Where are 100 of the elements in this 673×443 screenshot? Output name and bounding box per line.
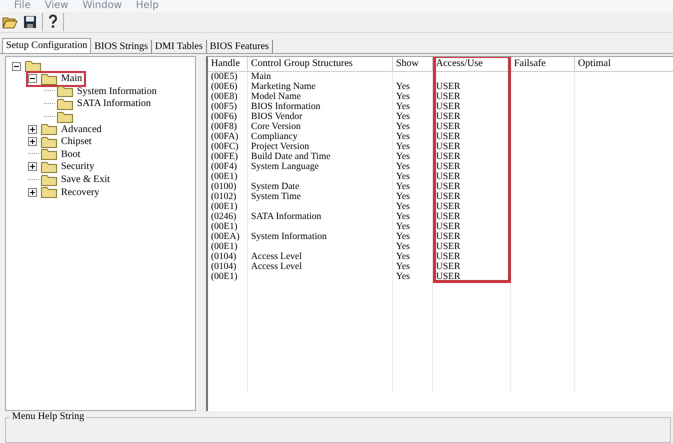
save-icon[interactable] [23,14,37,29]
column-header[interactable]: Show [393,56,433,71]
table-cell: Yes [396,152,410,162]
table-cell: Access Level [251,252,302,262]
folder-icon [57,110,73,123]
folder-icon [41,160,57,173]
table-cell: USER [436,92,460,102]
table-cell: Yes [396,212,410,222]
tab[interactable]: DMI Tables [152,40,207,53]
expander-icon[interactable] [28,124,39,134]
column-header[interactable]: Control Group Structures [248,56,393,71]
table-cell: (00E6) [211,82,238,92]
table-cell: BIOS Information [251,102,320,112]
group-title: Menu Help String [10,411,86,424]
table-cell: (00E1) [211,172,238,182]
folder-icon [41,123,57,136]
table-cell: Access Level [251,262,302,272]
table-cell: Yes [396,142,410,152]
tab[interactable]: Setup Configuration [2,38,92,53]
table-cell: Yes [396,272,410,282]
table-cell: (00F8) [211,122,237,132]
table-cell: (00E1) [211,222,238,232]
table-cell: (00FC) [211,142,238,152]
table-cell: USER [436,232,460,242]
expander-icon[interactable] [28,137,39,146]
folder-icon [41,136,57,148]
table-cell: USER [436,152,460,162]
open-folder-icon[interactable] [2,14,18,29]
table-cell: USER [436,182,460,192]
column-header[interactable]: Access/Use [433,56,511,71]
expander-icon[interactable] [28,188,39,197]
table-cell: Yes [396,182,410,192]
table-cell: System Date [251,182,300,192]
tree-item[interactable]: Advanced [59,124,102,135]
expander-icon[interactable] [12,62,23,71]
table-cell: USER [436,142,460,152]
folder-icon [25,60,41,72]
table-cell: Build Date and Time [251,152,330,162]
table-cell: USER [436,272,460,282]
table-cell: Yes [396,92,410,102]
help-icon[interactable] [48,14,58,30]
table-cell: USER [436,172,460,182]
table-cell: (00E1) [211,272,238,282]
column-header[interactable]: Optimal [575,56,673,71]
table-cell: System Language [251,162,319,172]
table-cell: (0100) [211,182,236,192]
table-cell: USER [436,202,460,212]
folder-icon [41,148,57,160]
table-cell: (00F4) [211,162,237,172]
table-cell: Yes [396,222,410,232]
tree-item[interactable]: Main [59,73,82,84]
table-cell: USER [436,192,460,202]
table-cell: (0246) [211,212,236,222]
table-cell: Yes [396,162,410,172]
table-cell: USER [436,242,460,252]
table-cell: Yes [396,122,410,132]
table-cell: Yes [396,192,410,202]
column-header[interactable]: Failsafe [511,56,575,71]
table-cell: (00E1) [211,202,238,212]
folder-icon [41,174,57,186]
table-cell: USER [436,262,460,272]
table-cell: SATA Information [251,212,322,222]
table-cell: Marketing Name [251,82,316,92]
table-cell: (00F6) [211,112,237,122]
table-cell: Yes [396,82,410,92]
expander-icon[interactable] [28,74,39,84]
folder-icon [41,186,57,198]
table-cell: BIOS Vendor [251,112,302,122]
table-cell: Main [251,72,272,82]
table-cell: (00E8) [211,92,238,102]
table-cell: (00F5) [211,102,237,112]
table-cell: USER [436,102,460,112]
tree-item[interactable]: Save & Exit [59,174,110,186]
table-cell: Yes [396,242,410,252]
table-cell: USER [436,132,460,142]
table-cell: (00EA) [211,232,240,242]
table-cell: USER [436,82,460,92]
tab[interactable]: BIOS Strings [91,40,152,53]
expander-icon[interactable] [28,162,39,172]
tree-item[interactable]: System Information [75,86,157,97]
table-cell: Yes [396,232,410,242]
folder-icon [57,85,73,98]
folder-icon [41,72,57,85]
table-cell: Yes [396,172,410,182]
table-cell: (00E1) [211,242,238,252]
tree-item[interactable]: Boot [59,148,80,160]
tab[interactable]: BIOS Features [206,40,273,53]
table-cell: USER [436,122,460,132]
table-cell: (0102) [211,192,236,202]
folder-icon [57,98,73,110]
tree-item[interactable]: Security [59,161,94,172]
table-cell: System Information [251,232,327,242]
tree-item[interactable]: Recovery [59,186,100,198]
column-header[interactable]: Handle [208,56,248,71]
table-cell: (00FE) [211,152,238,162]
table-cell: Yes [396,202,410,212]
tree-item[interactable]: Chipset [59,136,92,148]
table-cell: Yes [396,252,410,262]
table-cell: (00FA) [211,132,238,142]
tree-item[interactable]: SATA Information [75,98,151,110]
